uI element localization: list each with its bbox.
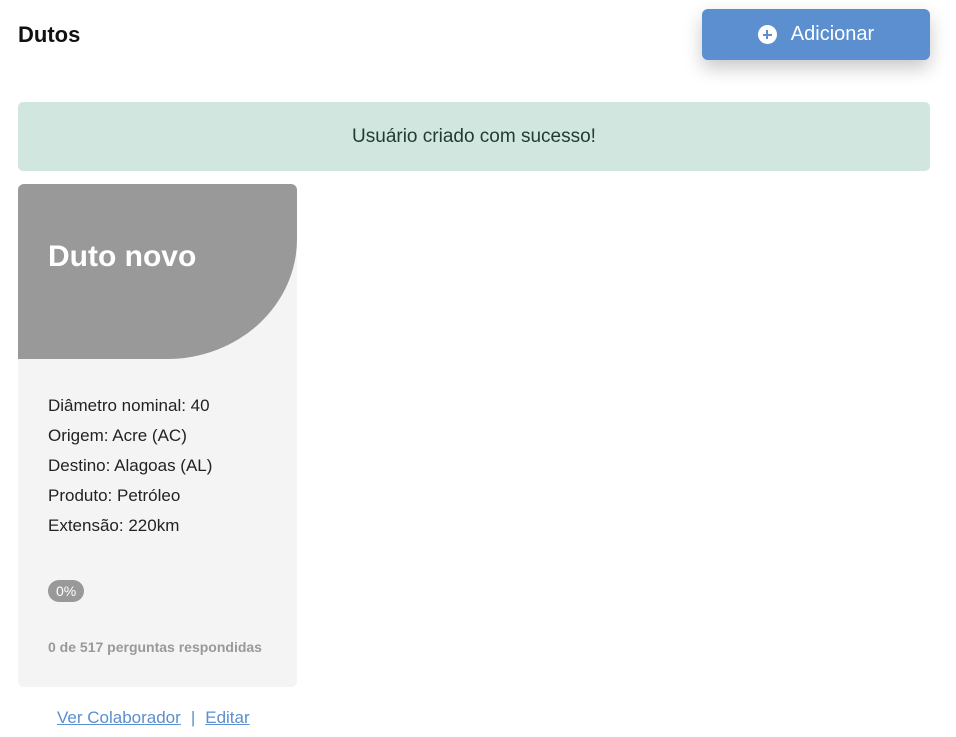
progress-badge: 0% [48, 580, 85, 602]
detail-product: Produto: Petróleo [48, 486, 181, 505]
page-title: Dutos [18, 22, 81, 47]
card-title: Duto novo [48, 240, 197, 273]
add-button-label: Adicionar [790, 23, 875, 45]
card-links: Ver Colaborador | Editar [57, 708, 250, 728]
success-alert: Usuário criado com sucesso! [18, 102, 930, 171]
edit-link[interactable]: Editar [205, 708, 249, 728]
add-button[interactable]: Adicionar [702, 9, 930, 60]
detail-origin: Origem: Acre (AC) [48, 426, 187, 445]
detail-length: Extensão: 220km [48, 516, 180, 535]
duct-card: Duto novo Diâmetro nominal: 40 Origem: A… [18, 184, 297, 687]
plus-circle-icon [757, 25, 777, 44]
link-separator: | [190, 708, 196, 727]
detail-destination: Destino: Alagoas (AL) [48, 456, 213, 475]
view-collaborator-link[interactable]: Ver Colaborador [57, 708, 181, 728]
alert-message: Usuário criado com sucesso! [352, 125, 596, 147]
card-details: Diâmetro nominal: 40 Origem: Acre (AC) D… [48, 391, 212, 541]
detail-diameter: Diâmetro nominal: 40 [48, 396, 210, 415]
answers-count: 0 de 517 perguntas respondidas [48, 639, 262, 655]
